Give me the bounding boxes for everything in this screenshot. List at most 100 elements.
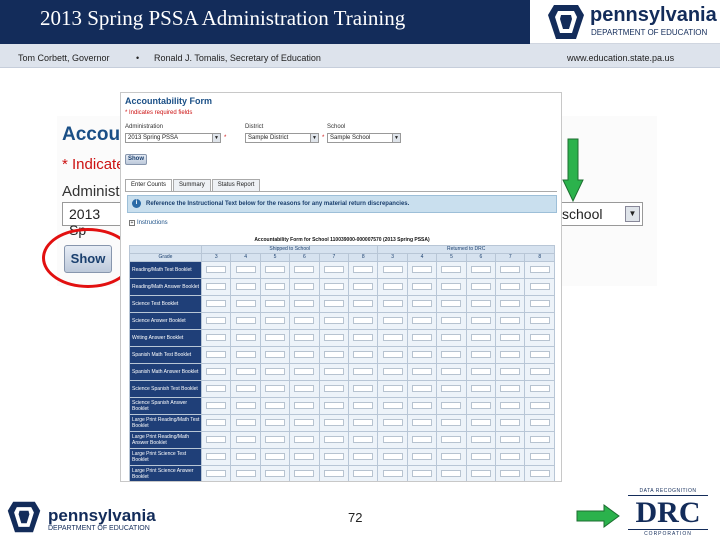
count-input[interactable] xyxy=(235,351,256,358)
count-input[interactable] xyxy=(294,453,315,460)
count-input[interactable] xyxy=(353,402,374,409)
count-input[interactable] xyxy=(323,300,344,307)
count-input[interactable] xyxy=(500,368,521,375)
count-input[interactable] xyxy=(353,419,374,426)
count-input[interactable] xyxy=(323,436,344,443)
count-input[interactable] xyxy=(235,385,256,392)
count-input[interactable] xyxy=(412,385,433,392)
zoomed-administration-select[interactable]: 2013 Sp xyxy=(62,202,122,238)
school-select[interactable]: Sample School ▼ xyxy=(327,133,401,143)
count-input[interactable] xyxy=(529,453,550,460)
website-link[interactable]: www.education.state.pa.us xyxy=(567,53,674,63)
count-input[interactable] xyxy=(353,283,374,290)
count-input[interactable] xyxy=(206,385,227,392)
count-input[interactable] xyxy=(529,300,550,307)
count-input[interactable] xyxy=(500,436,521,443)
count-input[interactable] xyxy=(470,436,491,443)
count-input[interactable] xyxy=(529,436,550,443)
count-input[interactable] xyxy=(441,266,462,273)
count-input[interactable] xyxy=(441,317,462,324)
count-input[interactable] xyxy=(382,419,403,426)
count-input[interactable] xyxy=(323,266,344,273)
count-input[interactable] xyxy=(294,266,315,273)
count-input[interactable] xyxy=(441,419,462,426)
count-input[interactable] xyxy=(470,300,491,307)
count-input[interactable] xyxy=(323,470,344,477)
count-input[interactable] xyxy=(353,470,374,477)
count-input[interactable] xyxy=(294,283,315,290)
count-input[interactable] xyxy=(323,368,344,375)
count-input[interactable] xyxy=(265,334,286,341)
count-input[interactable] xyxy=(265,453,286,460)
count-input[interactable] xyxy=(441,300,462,307)
count-input[interactable] xyxy=(235,453,256,460)
tab-status-report[interactable]: Status Report xyxy=(211,179,261,191)
count-input[interactable] xyxy=(470,317,491,324)
count-input[interactable] xyxy=(470,385,491,392)
count-input[interactable] xyxy=(206,266,227,273)
count-input[interactable] xyxy=(529,283,550,290)
count-input[interactable] xyxy=(470,453,491,460)
count-input[interactable] xyxy=(529,317,550,324)
count-input[interactable] xyxy=(323,385,344,392)
count-input[interactable] xyxy=(206,419,227,426)
count-input[interactable] xyxy=(470,368,491,375)
count-input[interactable] xyxy=(412,266,433,273)
count-input[interactable] xyxy=(265,419,286,426)
count-input[interactable] xyxy=(412,436,433,443)
count-input[interactable] xyxy=(265,436,286,443)
district-select[interactable]: Sample District ▼ xyxy=(245,133,319,143)
count-input[interactable] xyxy=(353,453,374,460)
instructions-toggle[interactable]: + Instructions xyxy=(129,220,168,226)
count-input[interactable] xyxy=(382,300,403,307)
count-input[interactable] xyxy=(206,317,227,324)
count-input[interactable] xyxy=(529,266,550,273)
count-input[interactable] xyxy=(470,419,491,426)
count-input[interactable] xyxy=(294,334,315,341)
count-input[interactable] xyxy=(500,470,521,477)
count-input[interactable] xyxy=(382,317,403,324)
count-input[interactable] xyxy=(412,470,433,477)
count-input[interactable] xyxy=(382,402,403,409)
count-input[interactable] xyxy=(235,266,256,273)
count-input[interactable] xyxy=(470,266,491,273)
count-input[interactable] xyxy=(353,368,374,375)
count-input[interactable] xyxy=(294,317,315,324)
count-input[interactable] xyxy=(412,300,433,307)
count-input[interactable] xyxy=(323,317,344,324)
count-input[interactable] xyxy=(265,368,286,375)
count-input[interactable] xyxy=(206,334,227,341)
count-input[interactable] xyxy=(265,283,286,290)
tab-summary[interactable]: Summary xyxy=(173,179,211,191)
count-input[interactable] xyxy=(294,419,315,426)
count-input[interactable] xyxy=(441,436,462,443)
count-input[interactable] xyxy=(441,283,462,290)
count-input[interactable] xyxy=(206,300,227,307)
count-input[interactable] xyxy=(500,266,521,273)
count-input[interactable] xyxy=(353,351,374,358)
count-input[interactable] xyxy=(323,453,344,460)
count-input[interactable] xyxy=(353,317,374,324)
count-input[interactable] xyxy=(294,368,315,375)
count-input[interactable] xyxy=(500,419,521,426)
count-input[interactable] xyxy=(412,402,433,409)
count-input[interactable] xyxy=(382,470,403,477)
count-input[interactable] xyxy=(323,351,344,358)
count-input[interactable] xyxy=(353,334,374,341)
count-input[interactable] xyxy=(441,334,462,341)
count-input[interactable] xyxy=(412,317,433,324)
count-input[interactable] xyxy=(206,470,227,477)
count-input[interactable] xyxy=(470,334,491,341)
count-input[interactable] xyxy=(235,283,256,290)
count-input[interactable] xyxy=(294,402,315,409)
count-input[interactable] xyxy=(323,283,344,290)
count-input[interactable] xyxy=(206,351,227,358)
count-input[interactable] xyxy=(294,385,315,392)
count-input[interactable] xyxy=(294,300,315,307)
administration-select[interactable]: 2013 Spring PSSA ▼ xyxy=(125,133,221,143)
count-input[interactable] xyxy=(441,453,462,460)
count-input[interactable] xyxy=(353,266,374,273)
count-input[interactable] xyxy=(235,334,256,341)
count-input[interactable] xyxy=(382,368,403,375)
count-input[interactable] xyxy=(441,402,462,409)
